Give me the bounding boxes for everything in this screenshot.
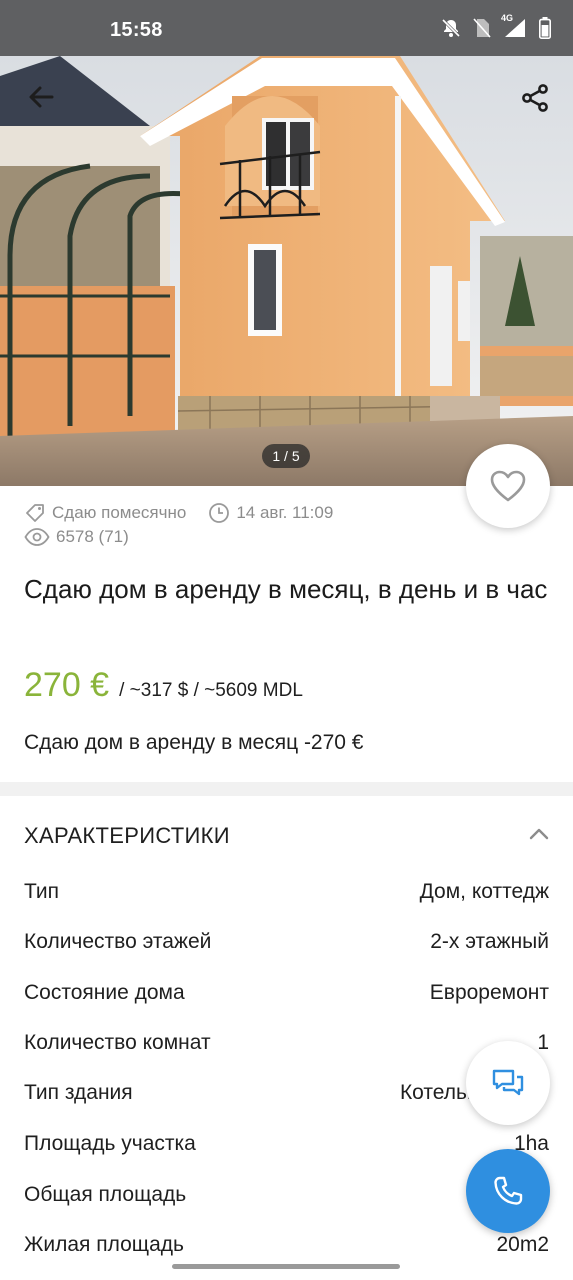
price: 270 € <box>24 666 110 704</box>
eye-icon <box>24 527 50 547</box>
tag-icon <box>24 502 46 524</box>
price-converted: / ~317 $ / ~5609 MDL <box>119 680 303 701</box>
views-row: 6578 (71) <box>24 527 129 547</box>
spec-row: Количество этажей 2-х этажный <box>24 930 549 960</box>
phone-icon <box>494 1176 523 1205</box>
spec-row: Жилая площадь 20m2 <box>24 1233 549 1263</box>
status-bar: 15:58 4G <box>0 0 573 56</box>
status-time: 15:58 <box>110 19 163 41</box>
photo-counter: 1 / 5 <box>262 444 310 468</box>
back-arrow-icon <box>29 86 54 108</box>
spec-value: Дом, коттедж <box>419 880 549 903</box>
spec-label: Общая площадь <box>24 1183 187 1206</box>
listing-meta-row: Сдаю помесячно 14 авг. 11:09 <box>24 502 333 524</box>
spec-value: 2-х этажный <box>430 930 549 953</box>
spec-label: Жилая площадь <box>24 1233 184 1256</box>
chat-icon <box>492 1069 524 1096</box>
house-photo <box>0 56 573 486</box>
spec-label: Тип здания <box>24 1081 133 1104</box>
spec-row: Площадь участка 1ha <box>24 1132 549 1162</box>
section-divider <box>0 782 573 796</box>
chevron-up-icon[interactable] <box>528 826 550 842</box>
listing-title: Сдаю дом в аренду в месяц, в день и в ча… <box>24 574 548 604</box>
share-icon <box>522 84 548 112</box>
spec-value: Евроремонт <box>429 981 549 1004</box>
spec-value: 1 <box>537 1031 549 1054</box>
network-label: 4G <box>501 13 514 23</box>
clock-icon <box>208 502 230 524</box>
battery-icon <box>539 17 551 39</box>
status-icons: 4G <box>441 13 551 39</box>
bell-off-icon <box>441 18 461 38</box>
signal-icon: 4G <box>501 13 527 38</box>
spec-label: Количество этажей <box>24 930 212 953</box>
share-button[interactable] <box>517 80 553 116</box>
spec-row: Количество комнат 1 <box>24 1031 549 1061</box>
views-count: 6578 (71) <box>56 527 129 546</box>
spec-value: 20m2 <box>496 1233 549 1256</box>
no-sim-icon <box>473 18 491 38</box>
listing-description: Сдаю дом в аренду в месяц -270 € <box>24 731 364 754</box>
photo-gallery[interactable]: 1 / 5 <box>0 56 573 486</box>
spec-label: Состояние дома <box>24 981 185 1004</box>
spec-label: Площадь участка <box>24 1132 196 1155</box>
spec-row: Состояние дома Евроремонт <box>24 981 549 1011</box>
price-row: 270 € / ~317 $ / ~5609 MDL <box>24 666 303 705</box>
chat-button[interactable] <box>466 1041 550 1125</box>
home-indicator[interactable] <box>172 1264 400 1269</box>
heart-icon <box>490 470 526 502</box>
call-button[interactable] <box>466 1149 550 1233</box>
rent-type: Сдаю помесячно <box>52 503 187 522</box>
spec-label: Количество комнат <box>24 1031 211 1054</box>
spec-label: Тип <box>24 880 60 903</box>
spec-row: Тип Дом, коттедж <box>24 880 549 910</box>
listing-date: 14 авг. 11:09 <box>236 503 334 522</box>
back-button[interactable] <box>24 80 58 114</box>
characteristics-title[interactable]: ХАРАКТЕРИСТИКИ <box>24 823 230 849</box>
favorite-button[interactable] <box>466 444 550 528</box>
